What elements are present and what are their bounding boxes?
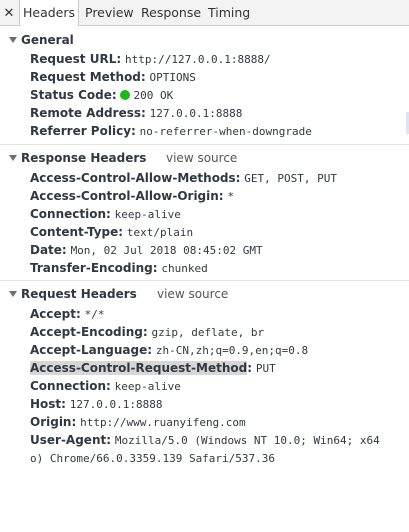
tab-timing[interactable]: Timing [208,0,250,26]
response-header-row: Access-Control-Allow-Origin: * [30,187,234,205]
header-value: 127.0.0.1:8888 [69,398,163,411]
header-value: http://127.0.0.1:8888/ [124,53,271,66]
header-key: Connection: [30,207,111,221]
request-header-row: Accept: */* [30,305,104,323]
header-key: Host: [30,397,66,411]
expand-triangle-icon [9,155,17,161]
tab-bar: ✕ Headers Preview Response Timing [0,0,409,26]
request-header-row: Accept-Encoding: gzip, deflate, br [30,323,264,341]
request-header-row: Host: 127.0.0.1:8888 [30,395,163,413]
expand-triangle-icon [9,291,17,297]
header-value: chunked [161,262,208,275]
header-value: */* [84,308,105,321]
section-request-headers-title: Request Headers [21,287,137,301]
header-key-selected[interactable]: Access-Control-Request-Method [30,361,248,375]
header-key: Remote Address: [30,106,146,120]
response-header-row: Content-Type: text/plain [30,223,193,241]
header-key: Access-Control-Allow-Origin: [30,189,224,203]
header-value: OPTIONS [149,71,196,84]
general-row-request-method: Request Method: OPTIONS [30,68,196,86]
header-value: PUT [255,362,276,375]
header-key: Accept-Language: [30,343,153,357]
header-key: Request URL: [30,52,122,66]
section-general-toggle[interactable]: General [0,31,74,49]
header-value: text/plain [126,226,194,239]
header-value: 200 OK [133,89,174,102]
header-value-continued: o) Chrome/66.0.3359.139 Safari/537.36 [30,452,276,465]
header-key: Accept-Encoding: [30,325,148,339]
section-divider [0,280,409,281]
header-key: Transfer-Encoding: [30,261,158,275]
tab-preview[interactable]: Preview [85,0,134,26]
header-value: Mozilla/5.0 (Windows NT 10.0; Win64; x64 [114,434,380,447]
request-header-row: Connection: keep-alive [30,377,181,395]
response-view-source-link[interactable]: view source [166,149,237,167]
header-value: keep-alive [114,380,181,393]
header-key: User-Agent: [30,433,112,447]
header-key: Connection: [30,379,111,393]
tab-response[interactable]: Response [141,0,201,26]
header-key: Access-Control-Allow-Methods: [30,171,241,185]
header-key: Request Method: [30,70,146,84]
header-value: zh-CN,zh;q=0.9,en;q=0.8 [155,344,309,357]
section-response-headers-toggle[interactable]: Response Headers [0,149,146,167]
header-value: keep-alive [114,208,181,221]
header-key: Origin: [30,415,77,429]
response-header-row: Access-Control-Allow-Methods: GET, POST,… [30,169,337,187]
section-response-headers-title: Response Headers [21,151,147,165]
expand-triangle-icon [9,37,17,43]
status-ok-icon [120,90,131,100]
header-key: Status Code: [30,88,117,102]
request-header-row: Accept-Language: zh-CN,zh;q=0.9,en;q=0.8 [30,341,308,359]
close-icon[interactable]: ✕ [0,0,18,26]
response-header-row: Date: Mon, 02 Jul 2018 08:45:02 GMT [30,241,263,259]
header-value: GET, POST, PUT [244,172,338,185]
header-value: 127.0.0.1:8888 [149,107,243,120]
header-key: Date: [30,243,67,257]
general-row-request-url: Request URL: http://127.0.0.1:8888/ [30,50,271,68]
header-key: Content-Type: [30,225,124,239]
request-header-row: Origin: http://www.ruanyifeng.com [30,413,246,431]
section-general-title: General [21,33,74,47]
header-key: Accept: [30,307,81,321]
general-row-status-code: Status Code: 200 OK [30,86,173,104]
request-view-source-link[interactable]: view source [157,285,228,303]
header-value: Mon, 02 Jul 2018 08:45:02 GMT [70,244,263,257]
section-request-headers-toggle[interactable]: Request Headers [0,285,137,303]
general-row-remote-address: Remote Address: 127.0.0.1:8888 [30,104,242,122]
request-header-row-highlighted: Access-Control-Request-Method: PUT [30,359,276,377]
header-key: Referrer Policy: [30,124,136,138]
response-header-row: Transfer-Encoding: chunked [30,259,208,277]
tab-headers[interactable]: Headers [19,0,79,26]
request-header-row-user-agent: User-Agent: Mozilla/5.0 (Windows NT 10.0… [30,431,380,449]
header-value: * [227,190,235,203]
header-value: gzip, deflate, br [151,326,265,339]
general-row-referrer-policy: Referrer Policy: no-referrer-when-downgr… [30,122,312,140]
header-value: http://www.ruanyifeng.com [80,416,246,429]
section-divider [0,144,409,145]
response-header-row: Connection: keep-alive [30,205,181,223]
user-agent-wrap-line: o) Chrome/66.0.3359.139 Safari/537.36 [30,449,275,467]
header-key-colon: : [247,361,253,375]
header-value: no-referrer-when-downgrade [139,125,312,138]
